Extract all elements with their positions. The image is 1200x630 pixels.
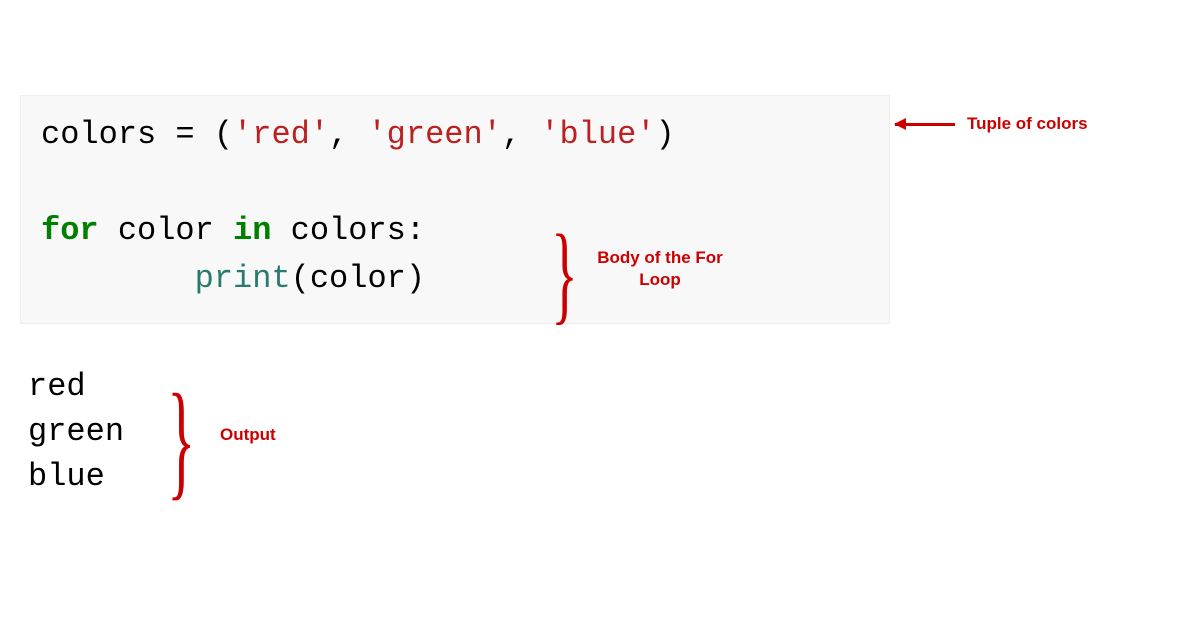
- str-blue: blue: [559, 116, 636, 153]
- arrow-head-icon: [894, 118, 906, 130]
- assign-op: =: [156, 116, 214, 153]
- var-colors-ref: colors: [291, 212, 406, 249]
- str-quote: ': [540, 116, 559, 153]
- arg-color: color: [310, 260, 406, 297]
- var-colors: colors: [41, 116, 156, 153]
- indent: [41, 260, 195, 297]
- str-green: green: [387, 116, 483, 153]
- space: [214, 212, 233, 249]
- colon: :: [406, 212, 425, 249]
- blank-line: [41, 159, 869, 207]
- code-line-3: print(color): [41, 255, 869, 303]
- output-line-1: red: [28, 365, 124, 410]
- body-label-line1: Body of the For: [597, 248, 723, 267]
- brace-body-icon: }: [551, 218, 577, 328]
- var-color: color: [118, 212, 214, 249]
- output-label: Output: [220, 425, 276, 445]
- space: [271, 212, 290, 249]
- brace-output-icon: }: [167, 375, 195, 505]
- output-line-2: green: [28, 410, 124, 455]
- comma: ,: [329, 116, 367, 153]
- paren-open: (: [291, 260, 310, 297]
- str-red: red: [252, 116, 310, 153]
- body-label-line2: Loop: [639, 270, 681, 289]
- str-quote: ': [636, 116, 655, 153]
- space: [99, 212, 118, 249]
- code-line-1: colors = ('red', 'green', 'blue'): [41, 111, 869, 159]
- kw-for: for: [41, 212, 99, 249]
- annotation-tuple-arrow: Tuple of colors: [895, 114, 1125, 134]
- comma: ,: [502, 116, 540, 153]
- output-block: red green blue: [28, 365, 124, 499]
- output-line-3: blue: [28, 455, 124, 500]
- func-print: print: [195, 260, 291, 297]
- str-quote: ': [233, 116, 252, 153]
- code-block: colors = ('red', 'green', 'blue') for co…: [20, 95, 890, 324]
- paren-close: ): [656, 116, 675, 153]
- str-quote: ': [367, 116, 386, 153]
- tuple-label: Tuple of colors: [967, 114, 1088, 134]
- paren-open: (: [214, 116, 233, 153]
- body-label: Body of the For Loop: [585, 247, 735, 291]
- paren-close: ): [406, 260, 425, 297]
- kw-in: in: [233, 212, 271, 249]
- str-quote: ': [310, 116, 329, 153]
- str-quote: ': [483, 116, 502, 153]
- arrow-line: [895, 123, 955, 126]
- code-line-2: for color in colors:: [41, 207, 869, 255]
